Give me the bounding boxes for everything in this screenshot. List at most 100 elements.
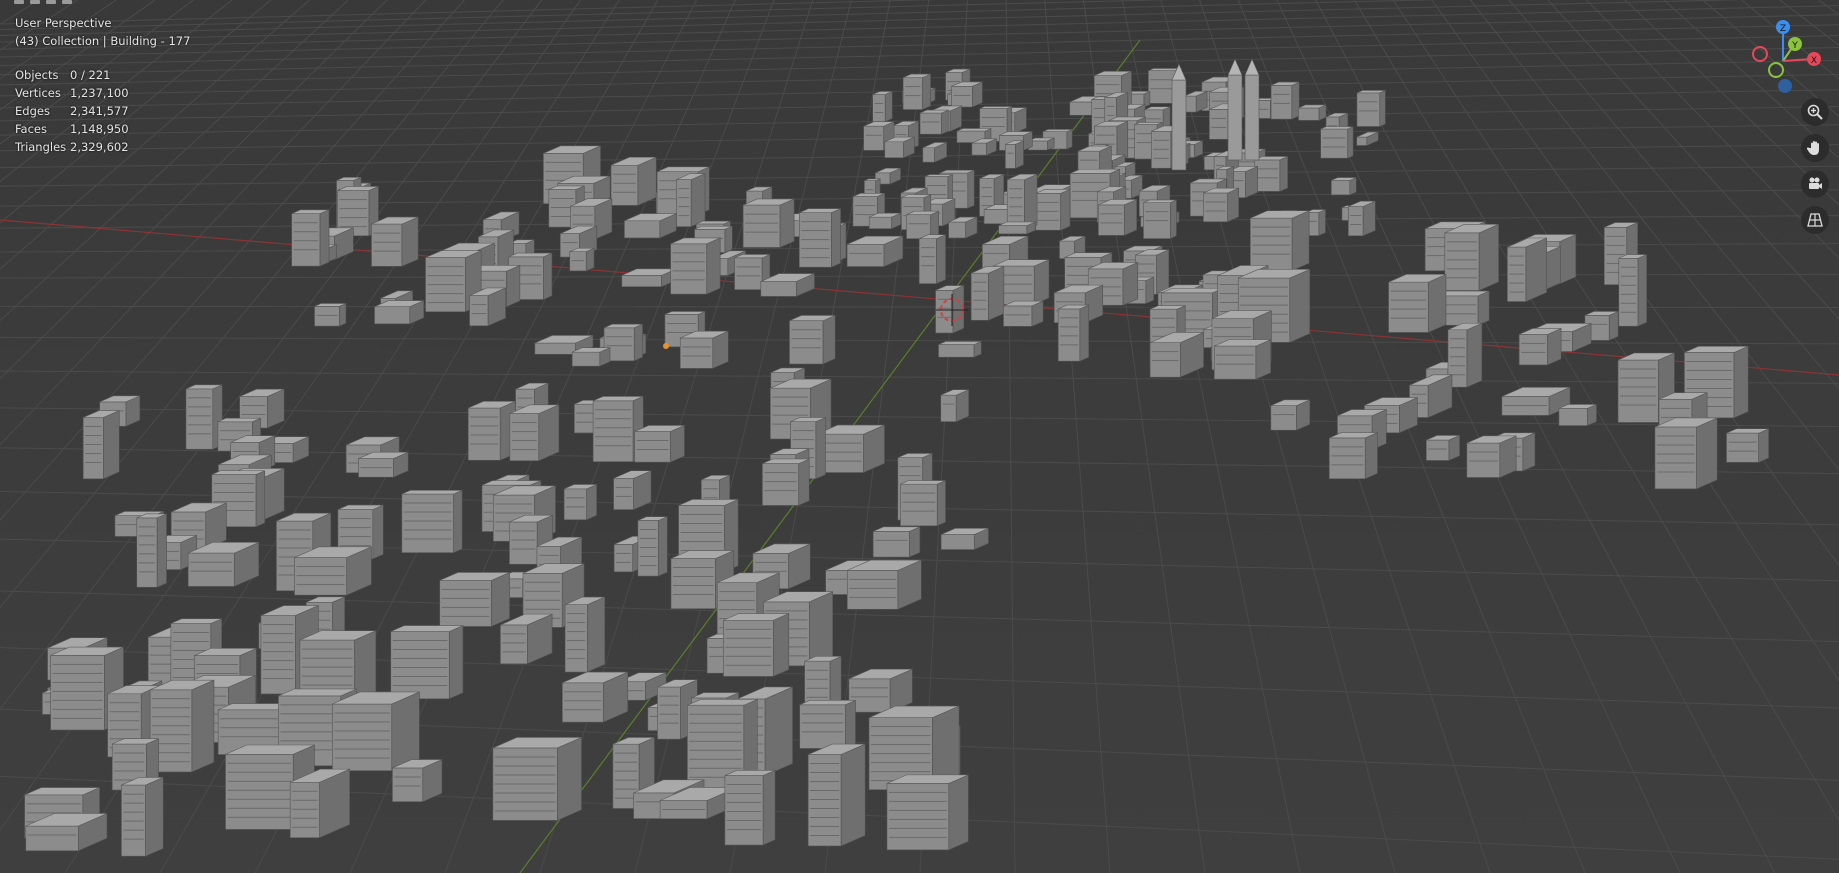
building-model (1143, 199, 1177, 240)
stat-label: Objects (15, 68, 59, 82)
pan-hand-icon (1806, 141, 1819, 155)
building-model (82, 410, 120, 480)
header-icons (14, 0, 72, 4)
building-model (187, 541, 260, 587)
camera-view-button[interactable] (1801, 170, 1829, 198)
building-model (938, 340, 982, 358)
stat-row: Vertices 1,237,100 (15, 84, 190, 102)
building-model (807, 743, 866, 847)
neg-y-handle (1768, 62, 1784, 78)
building-model (571, 347, 611, 367)
x-axis-label: X (1811, 56, 1817, 66)
building-model (1184, 90, 1208, 113)
building-model (332, 691, 420, 772)
building-model (469, 287, 506, 327)
building-model (948, 216, 978, 239)
building-model (900, 480, 946, 527)
building-model (1356, 89, 1386, 127)
building-model (613, 470, 652, 511)
building-model (390, 625, 464, 700)
grid-view-icon (1807, 213, 1823, 227)
building-model (676, 173, 706, 228)
building-model (1270, 81, 1300, 120)
header-stub (62, 0, 72, 4)
building-model (1654, 417, 1718, 490)
building-model (799, 699, 856, 749)
building-model (1003, 300, 1044, 327)
viewport-text-info: User Perspective (43) Collection | Build… (15, 14, 190, 156)
building-model (1466, 435, 1517, 478)
building-model (1507, 237, 1547, 302)
y-axis-label: Y (1791, 41, 1798, 51)
pan-button[interactable] (1801, 134, 1829, 162)
stat-label: Vertices (15, 86, 61, 100)
building-model (621, 268, 677, 288)
building-model (289, 768, 350, 839)
stat-row: Edges 2,341,577 (15, 102, 190, 120)
stat-row: Objects 0 / 221 (15, 66, 190, 84)
building-model (971, 138, 997, 156)
building-model (291, 209, 330, 267)
building-model (816, 424, 885, 473)
3d-viewport[interactable] (0, 0, 1839, 873)
stat-value: 2,329,602 (70, 140, 129, 154)
building-model (951, 81, 983, 108)
building-model (392, 759, 443, 803)
building-model (940, 527, 989, 551)
zoom-button[interactable] (1801, 98, 1829, 126)
building-model (624, 213, 677, 239)
building-model (121, 776, 164, 857)
tower-model (1227, 58, 1243, 161)
building-model (1447, 322, 1483, 388)
building-model (374, 300, 425, 325)
building-model (492, 736, 582, 821)
building-model (1444, 223, 1499, 291)
building-model (439, 571, 510, 627)
stat-label: Triangles (15, 140, 67, 154)
building-model (358, 451, 409, 478)
building-model (918, 234, 946, 285)
building-model (848, 668, 913, 713)
stat-row: Faces 1,148,950 (15, 120, 190, 138)
header-stub (46, 0, 56, 4)
header-stub (14, 0, 24, 4)
viewport-nav-buttons (1801, 98, 1829, 234)
origin-dot (663, 343, 669, 349)
ortho-toggle-button[interactable] (1801, 206, 1829, 234)
building-model (371, 216, 419, 267)
building-model (1388, 273, 1447, 333)
building-model (872, 526, 921, 558)
navigation-gizmo[interactable]: Z Y X (1740, 14, 1830, 104)
building-model (1425, 434, 1460, 461)
building-model (562, 671, 629, 723)
building-model (679, 330, 729, 369)
building-model (1618, 254, 1647, 327)
building-model (563, 484, 597, 521)
building-model (919, 109, 949, 135)
building-model (846, 559, 922, 610)
building-model (637, 516, 668, 577)
building-model (846, 235, 904, 267)
building-model (1035, 188, 1071, 231)
view-name: User Perspective (15, 16, 112, 30)
z-axis-label: Z (1780, 24, 1786, 34)
building-model (1298, 104, 1327, 121)
scene-statistics: Objects 0 / 221 Vertices 1,237,100 Edges 2,… (15, 66, 190, 156)
tower-model (1171, 63, 1187, 171)
building-model (724, 769, 776, 846)
building-model (1518, 328, 1562, 366)
stat-value: 1,237,100 (70, 86, 129, 100)
building-model (1320, 126, 1354, 159)
building-model (401, 489, 463, 554)
tower-model (1244, 58, 1260, 161)
building-model (185, 384, 223, 450)
building-model (742, 198, 795, 248)
building-model (294, 546, 372, 596)
building-model (1328, 432, 1378, 480)
building-model (1249, 210, 1310, 272)
building-model (1348, 200, 1376, 237)
stat-label: Edges (15, 104, 50, 118)
building-model (1558, 403, 1597, 427)
building-model (610, 156, 657, 206)
building-model (1005, 140, 1024, 169)
